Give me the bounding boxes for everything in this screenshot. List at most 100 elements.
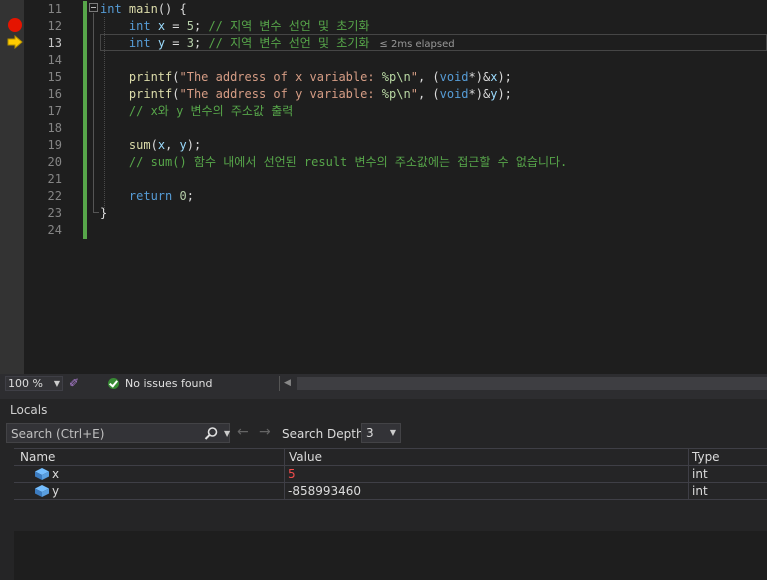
column-divider [284, 466, 285, 482]
line-number: 13 [47, 36, 62, 50]
column-divider[interactable] [688, 449, 689, 465]
variable-name: y [52, 484, 60, 498]
code-line[interactable]: printf("The address of x variable: %p\n"… [100, 69, 512, 86]
code-token: // 지역 변수 선언 및 초기화 [208, 19, 370, 33]
search-icon[interactable] [204, 426, 219, 441]
code-token: "The address of x variable: [179, 70, 382, 84]
code-token: "The address of y variable: [179, 87, 382, 101]
code-line[interactable]: printf("The address of y variable: %p\n"… [100, 86, 512, 103]
code-token: int [128, 36, 151, 50]
locals-title: Locals [10, 403, 48, 417]
search-input[interactable] [7, 424, 203, 444]
line-number: 21 [47, 172, 62, 186]
zoom-dropdown[interactable]: 100 % ▼ [5, 376, 63, 391]
search-depth-dropdown[interactable]: 3 ▼ [361, 423, 401, 443]
line-number: 12 [47, 19, 62, 33]
column-divider[interactable] [284, 449, 285, 465]
table-row[interactable]: y -858993460 int [14, 483, 767, 500]
scroll-left-icon[interactable]: ◀ [284, 378, 291, 388]
code-token: 0 [179, 189, 187, 203]
line-number: 15 [47, 70, 62, 84]
grid-left-margin [0, 497, 14, 580]
code-line[interactable]: return 0; [100, 188, 194, 205]
variable-value[interactable]: 5 [288, 467, 296, 481]
code-line[interactable]: int x = 5; // 지역 변수 선언 및 초기화 [100, 18, 370, 35]
code-token: ); [497, 87, 512, 101]
editor-status-bar: 100 % ▼ ✐ No issues found ◀ [0, 374, 767, 393]
code-token: x [157, 19, 166, 33]
perf-tip[interactable]: ≤ 2ms elapsed [379, 39, 454, 50]
change-tracking-bar [83, 1, 87, 239]
fold-end [93, 212, 99, 213]
line-number: 17 [47, 104, 62, 118]
code-token: } [100, 206, 108, 220]
column-header-value[interactable]: Value [289, 450, 322, 464]
search-previous-arrow-icon[interactable]: ← [237, 424, 249, 440]
line-number: 22 [47, 189, 62, 203]
code-token: () { [157, 2, 187, 16]
search-depth-value: 3 [366, 426, 374, 440]
locals-panel: Locals ▼ ← → Search Depth: 3 ▼ Name Valu… [0, 399, 767, 580]
line-number: 24 [47, 223, 62, 237]
code-cleanup-brush-icon[interactable]: ✐ [69, 376, 79, 390]
code-line[interactable]: sum(x, y); [100, 137, 201, 154]
check-circle-icon [108, 378, 119, 389]
code-token: 5 [186, 19, 194, 33]
glyph-margin[interactable] [0, 0, 24, 374]
line-number: 11 [47, 2, 62, 16]
code-token: *)& [468, 87, 491, 101]
code-token: , ( [417, 87, 440, 101]
code-line[interactable]: int y = 3; // 지역 변수 선언 및 초기화 ≤ 2ms elapse… [100, 35, 455, 52]
code-token: , [165, 138, 180, 152]
line-number: 18 [47, 121, 62, 135]
code-token: sum [128, 138, 151, 152]
variable-value[interactable]: -858993460 [288, 484, 361, 498]
code-token: , ( [417, 70, 440, 84]
collapse-icon[interactable] [89, 3, 98, 12]
line-number: 20 [47, 155, 62, 169]
code-editor[interactable]: 11 12 13 14 15 16 17 18 19 20 21 22 23 24 int main() … [0, 0, 767, 374]
code-line[interactable]: } [100, 205, 107, 222]
code-token: printf [128, 87, 173, 101]
breakpoint-icon[interactable] [8, 18, 22, 32]
zoom-value: 100 % [8, 377, 43, 390]
code-token: // 지역 변수 선언 및 초기화 [208, 36, 370, 50]
column-header-type[interactable]: Type [692, 450, 720, 464]
code-token: y [179, 138, 187, 152]
code-token: *)& [468, 70, 491, 84]
code-line[interactable]: // sum() 함수 내에서 선언된 result 변수의 주소값에는 접근할… [100, 154, 567, 171]
grid-header: Name Value Type [14, 448, 767, 466]
search-box[interactable]: ▼ [6, 423, 230, 444]
search-next-arrow-icon[interactable]: → [259, 424, 271, 440]
divider [279, 376, 280, 391]
code-token: ); [497, 70, 512, 84]
variable-name: x [52, 467, 60, 481]
variable-type: int [692, 467, 708, 481]
code-token: int [100, 2, 122, 16]
code-line[interactable]: int main() { [100, 1, 187, 18]
column-header-name[interactable]: Name [20, 450, 55, 464]
code-token: ; [186, 189, 194, 203]
code-token: x [157, 138, 166, 152]
code-token: = [165, 19, 187, 33]
local-variable-icon [35, 468, 49, 480]
code-line[interactable]: // x와 y 변수의 주소값 출력 [100, 103, 293, 120]
code-token: void [439, 87, 469, 101]
search-depth-label: Search Depth: [282, 427, 368, 441]
code-token: ( [172, 87, 180, 101]
chevron-down-icon[interactable]: ▼ [224, 429, 230, 438]
issues-status[interactable]: No issues found [125, 377, 212, 390]
horizontal-scrollbar[interactable] [297, 377, 767, 390]
table-row[interactable]: x 5 int [14, 466, 767, 483]
code-token: // x와 y 변수의 주소값 출력 [128, 104, 294, 118]
code-token: y [157, 36, 166, 50]
